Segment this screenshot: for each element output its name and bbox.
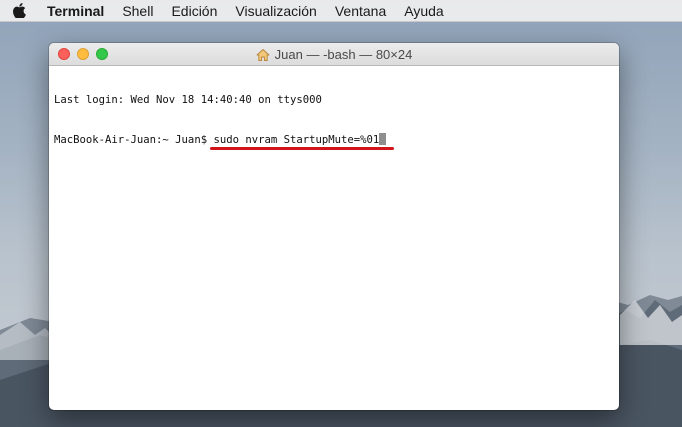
menu-bar: Terminal Shell Edición Visualización Ven… bbox=[0, 0, 682, 22]
menu-ventana[interactable]: Ventana bbox=[326, 0, 395, 22]
red-underline-annotation bbox=[210, 147, 395, 150]
terminal-output[interactable]: Last login: Wed Nov 18 14:40:40 on ttys0… bbox=[54, 68, 614, 172]
menu-edicion[interactable]: Edición bbox=[162, 0, 226, 22]
command-text: sudo nvram StartupMute=%01 bbox=[213, 134, 380, 146]
window-titlebar[interactable]: Juan — -bash — 80×24 bbox=[49, 43, 619, 66]
menu-terminal[interactable]: Terminal bbox=[38, 0, 113, 22]
apple-logo-icon[interactable] bbox=[0, 0, 38, 22]
login-line: Last login: Wed Nov 18 14:40:40 on ttys0… bbox=[54, 94, 322, 106]
menu-shell[interactable]: Shell bbox=[113, 0, 162, 22]
shell-prompt: MacBook-Air-Juan:~ Juan$ bbox=[54, 134, 214, 146]
menu-ayuda[interactable]: Ayuda bbox=[395, 0, 452, 22]
window-title: Juan — -bash — 80×24 bbox=[49, 43, 619, 66]
terminal-window: Juan — -bash — 80×24 Last login: Wed Nov… bbox=[49, 43, 619, 410]
text-cursor bbox=[379, 133, 387, 145]
home-icon bbox=[256, 48, 270, 61]
highlighted-command: sudo nvram StartupMute=%01 bbox=[210, 133, 395, 150]
menu-visualizacion[interactable]: Visualización bbox=[226, 0, 325, 22]
command-line: MacBook-Air-Juan:~ Juan$ sudo nvram Star… bbox=[54, 133, 614, 150]
window-title-text: Juan — -bash — 80×24 bbox=[274, 47, 413, 62]
